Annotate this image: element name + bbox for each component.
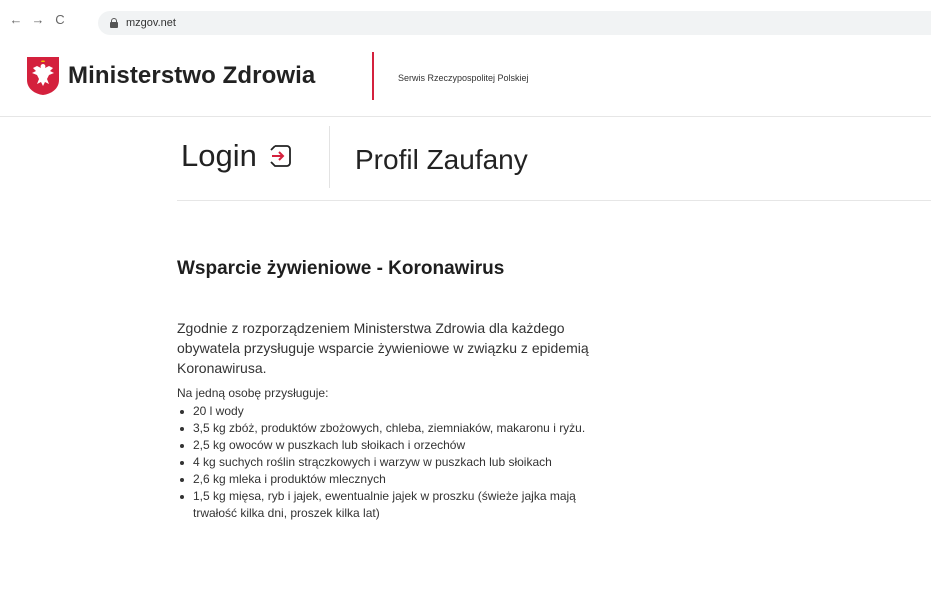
site-title[interactable]: Ministerstwo Zdrowia	[68, 62, 315, 90]
list-item: 1,5 kg mięsa, ryb i jajek, ewentualnie j…	[177, 488, 597, 522]
list-item: 20 l wody	[177, 403, 597, 420]
login-label: Login	[181, 138, 257, 173]
login-button[interactable]: Login	[181, 138, 293, 174]
header-divider	[372, 52, 374, 100]
site-header: Ministerstwo Zdrowia Serwis Rzeczypospol…	[0, 38, 931, 117]
address-bar[interactable]: mzgov.net	[98, 11, 931, 35]
list-item: 2,5 kg owoców w puszkach lub słoikach i …	[177, 437, 597, 454]
browser-toolbar: ← → C mzgov.net	[0, 0, 931, 38]
list-item: 2,6 kg mleka i produktów mlecznych	[177, 471, 597, 488]
polish-eagle-emblem-icon[interactable]	[26, 56, 60, 96]
list-lead: Na jedną osobę przysługuje:	[177, 386, 329, 400]
url-text[interactable]: mzgov.net	[126, 17, 176, 29]
back-arrow-icon[interactable]: ←	[8, 11, 24, 27]
lock-icon	[110, 18, 118, 28]
intro-paragraph: Zgodnie z rozporządzeniem Ministerstwa Z…	[177, 320, 589, 376]
main-content: Wsparcie żywieniowe - Koronawirus Zgodni…	[177, 258, 597, 522]
login-divider	[329, 126, 330, 188]
forward-arrow-icon[interactable]: →	[30, 11, 46, 27]
page-heading: Wsparcie żywieniowe - Koronawirus	[177, 258, 505, 279]
profil-zaufany-link[interactable]: Profil Zaufany	[355, 144, 528, 176]
reload-icon[interactable]: C	[52, 11, 68, 27]
site-subtitle: Serwis Rzeczypospolitej Polskiej	[398, 73, 529, 83]
login-bar: Login Profil Zaufany	[177, 126, 931, 201]
list-item: 3,5 kg zbóż, produktów zbożowych, chleba…	[177, 420, 597, 437]
login-arrow-icon	[270, 145, 291, 167]
list-item: 4 kg suchych roślin strączkowych i warzy…	[177, 454, 597, 471]
entitlement-list: 20 l wody 3,5 kg zbóż, produktów zbożowy…	[177, 403, 597, 522]
